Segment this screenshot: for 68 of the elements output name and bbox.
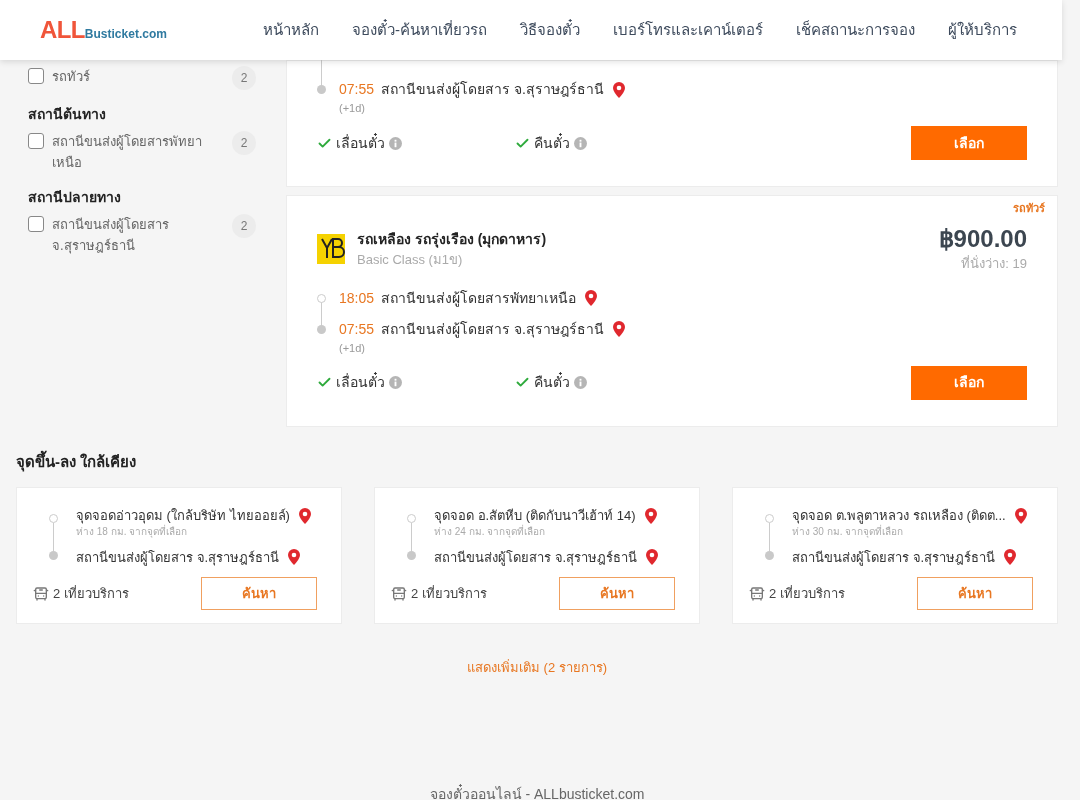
- section-title: จุดขึ้น-ลง ใกล้เคียง: [16, 450, 138, 473]
- station-name: สถานีขนส่งผู้โดยสาร จ.สุราษฎร์ธานี: [76, 548, 280, 567]
- footer-text: จองตั๋วออนไลน์ - ALLbusticket.com: [429, 783, 645, 800]
- nav-link[interactable]: จองตั๋ว-ค้นหาเที่ยวรถ: [352, 18, 487, 42]
- filter-label: สถานีขนส่งผู้โดยสาร จ.สุราษฎร์ธานี: [52, 216, 170, 256]
- bus-class: Basic Class (ม1ข): [357, 250, 464, 269]
- trip-count: 2 เที่ยวบริการ: [53, 584, 129, 603]
- filter-label: รถทัวร์: [52, 68, 91, 86]
- select-button[interactable]: เลือก: [911, 365, 1027, 400]
- site-logo[interactable]: ALLBusticket.com: [40, 12, 240, 48]
- count-badge: 2: [232, 66, 256, 90]
- day-offset: (+1d): [339, 101, 366, 116]
- nav-link[interactable]: เช็คสถานะการจอง: [796, 18, 915, 42]
- ticket-price: ฿900.00: [938, 224, 1027, 254]
- map-pin-icon[interactable]: [611, 320, 626, 338]
- checkbox[interactable]: [28, 133, 44, 149]
- map-pin-icon[interactable]: [1013, 506, 1028, 525]
- departure-time: 18:05: [339, 288, 373, 308]
- departure-time: 07:55: [339, 319, 373, 339]
- map-pin-icon[interactable]: [584, 289, 598, 307]
- station-name: สถานีขนส่งผู้โดยสาร จ.สุราษฎร์ธานี: [381, 80, 604, 100]
- trip-count: 2 เที่ยวบริการ: [769, 584, 845, 603]
- filter-heading: สถานีต้นทาง: [28, 105, 107, 124]
- filter-label: สถานีขนส่งผู้โดยสารพัทยาเหนือ: [52, 133, 203, 172]
- bus-type-tag: รถทัวร์: [1013, 200, 1045, 217]
- filter-heading: สถานีปลายทาง: [28, 188, 122, 207]
- map-pin-icon[interactable]: [287, 548, 302, 567]
- feature-label: คืนตั๋ว: [534, 372, 570, 392]
- station-name: สถานีขนส่งผู้โดยสาร จ.สุราษฎร์ธานี: [381, 319, 604, 340]
- search-button[interactable]: ค้นหา: [201, 577, 317, 610]
- departure-time: 07:55: [339, 80, 373, 99]
- map-pin-icon[interactable]: [645, 548, 660, 567]
- station-name: สถานีขนส่งผู้โดยสาร จ.สุราษฎร์ธานี: [434, 548, 638, 567]
- nav-link[interactable]: หน้าหลัก: [263, 18, 319, 42]
- nav-link[interactable]: เบอร์โทรและเคาน์เตอร์: [613, 18, 763, 42]
- operator-name: รถเหลือง รถรุ่งเรือง (มุกดาหาร): [357, 229, 547, 250]
- distance-note: ห่าง 24 กม. จากจุดที่เลือก: [434, 525, 547, 538]
- seats-available: ที่นั่งว่าง: 19: [961, 254, 1027, 273]
- show-more-link[interactable]: แสดงเพิ่มเติม (2 รายการ): [466, 658, 608, 678]
- map-pin-icon[interactable]: [643, 506, 658, 525]
- count-badge: 2: [232, 131, 256, 155]
- map-pin-icon[interactable]: [611, 80, 626, 99]
- bus-icon: [749, 585, 765, 602]
- nav-link[interactable]: วิธีจองตั๋ว: [520, 18, 580, 42]
- station-name: สถานีขนส่งผู้โดยสาร จ.สุราษฎร์ธานี: [792, 548, 996, 567]
- bus-icon: [33, 585, 49, 602]
- checkbox[interactable]: [28, 216, 44, 232]
- map-pin-icon[interactable]: [297, 506, 312, 525]
- map-pin-icon[interactable]: [1003, 548, 1018, 567]
- feature-label: เลื่อนตั๋ว: [336, 372, 385, 392]
- bus-icon: [391, 585, 407, 602]
- stop-name: จุดจอด ต.พลูตาหลวง รถเหลือง (ติดต...: [792, 507, 1006, 525]
- select-button[interactable]: เลือก: [911, 126, 1027, 160]
- feature-label: คืนตั๋ว: [534, 132, 570, 153]
- count-badge: 2: [232, 214, 256, 238]
- search-button[interactable]: ค้นหา: [559, 577, 675, 610]
- station-name: สถานีขนส่งผู้โดยสารพัทยาเหนือ: [381, 288, 576, 309]
- stop-name: จุดจอด อ.สัตหีบ (ติดกับนาวีเฮ้าท์ 14): [434, 507, 636, 524]
- nav-link[interactable]: ผู้ให้บริการ: [948, 18, 1017, 42]
- day-offset: (+1d): [339, 340, 366, 356]
- bus-company-logo: [317, 233, 345, 264]
- distance-note: ห่าง 30 กม. จากจุดที่เลือก: [792, 525, 904, 538]
- feature-label: เลื่อนตั๋ว: [336, 132, 385, 153]
- search-button[interactable]: ค้นหา: [917, 577, 1033, 610]
- stop-name: จุดจอดอ่าวอุดม (ใกล้บริษัท ไทยออยล์): [76, 507, 290, 524]
- checkbox[interactable]: [28, 68, 44, 84]
- trip-count: 2 เที่ยวบริการ: [411, 584, 487, 603]
- distance-note: ห่าง 18 กม. จากจุดที่เลือก: [76, 525, 189, 538]
